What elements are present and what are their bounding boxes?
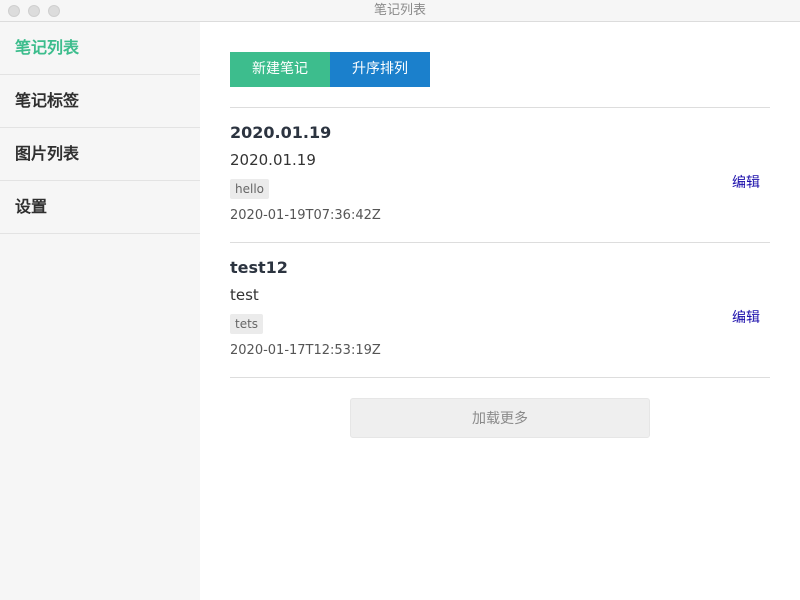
- edit-note-link[interactable]: 编辑: [732, 172, 760, 192]
- toolbar: 新建笔记 升序排列: [230, 52, 430, 87]
- app-window: 笔记列表 笔记列表 笔记标签 图片列表 设置 新建笔记 升序排列 2020.01…: [0, 0, 800, 600]
- sidebar: 笔记列表 笔记标签 图片列表 设置: [0, 22, 200, 600]
- new-note-button[interactable]: 新建笔记: [230, 52, 330, 87]
- sidebar-item-note-tags[interactable]: 笔记标签: [0, 75, 200, 128]
- sidebar-item-settings[interactable]: 设置: [0, 181, 200, 234]
- divider: [230, 377, 770, 378]
- note-title: 2020.01.19: [230, 123, 332, 142]
- note-item: 2020.01.19 2020.01.19 hello 2020-01-19T0…: [230, 108, 770, 242]
- sidebar-item-image-list[interactable]: 图片列表: [0, 128, 200, 181]
- note-content: 2020.01.19: [230, 151, 316, 169]
- note-tag: tets: [230, 314, 264, 334]
- note-tag: hello: [230, 179, 269, 199]
- note-timestamp: 2020-01-19T07:36:42Z: [230, 208, 381, 223]
- note-timestamp: 2020-01-17T12:53:19Z: [230, 343, 381, 358]
- note-content: test: [230, 286, 259, 304]
- sort-ascending-button[interactable]: 升序排列: [330, 52, 430, 87]
- load-more-button[interactable]: 加载更多: [350, 398, 650, 438]
- edit-note-link[interactable]: 编辑: [732, 307, 760, 327]
- window-title: 笔记列表: [373, 3, 426, 18]
- note-title: test12: [230, 258, 288, 277]
- note-item: test12 test tets 2020-01-17T12:53:19Z 编辑: [230, 243, 770, 377]
- sidebar-item-note-list[interactable]: 笔记列表: [0, 22, 200, 75]
- title-bar: 笔记列表: [0, 0, 800, 22]
